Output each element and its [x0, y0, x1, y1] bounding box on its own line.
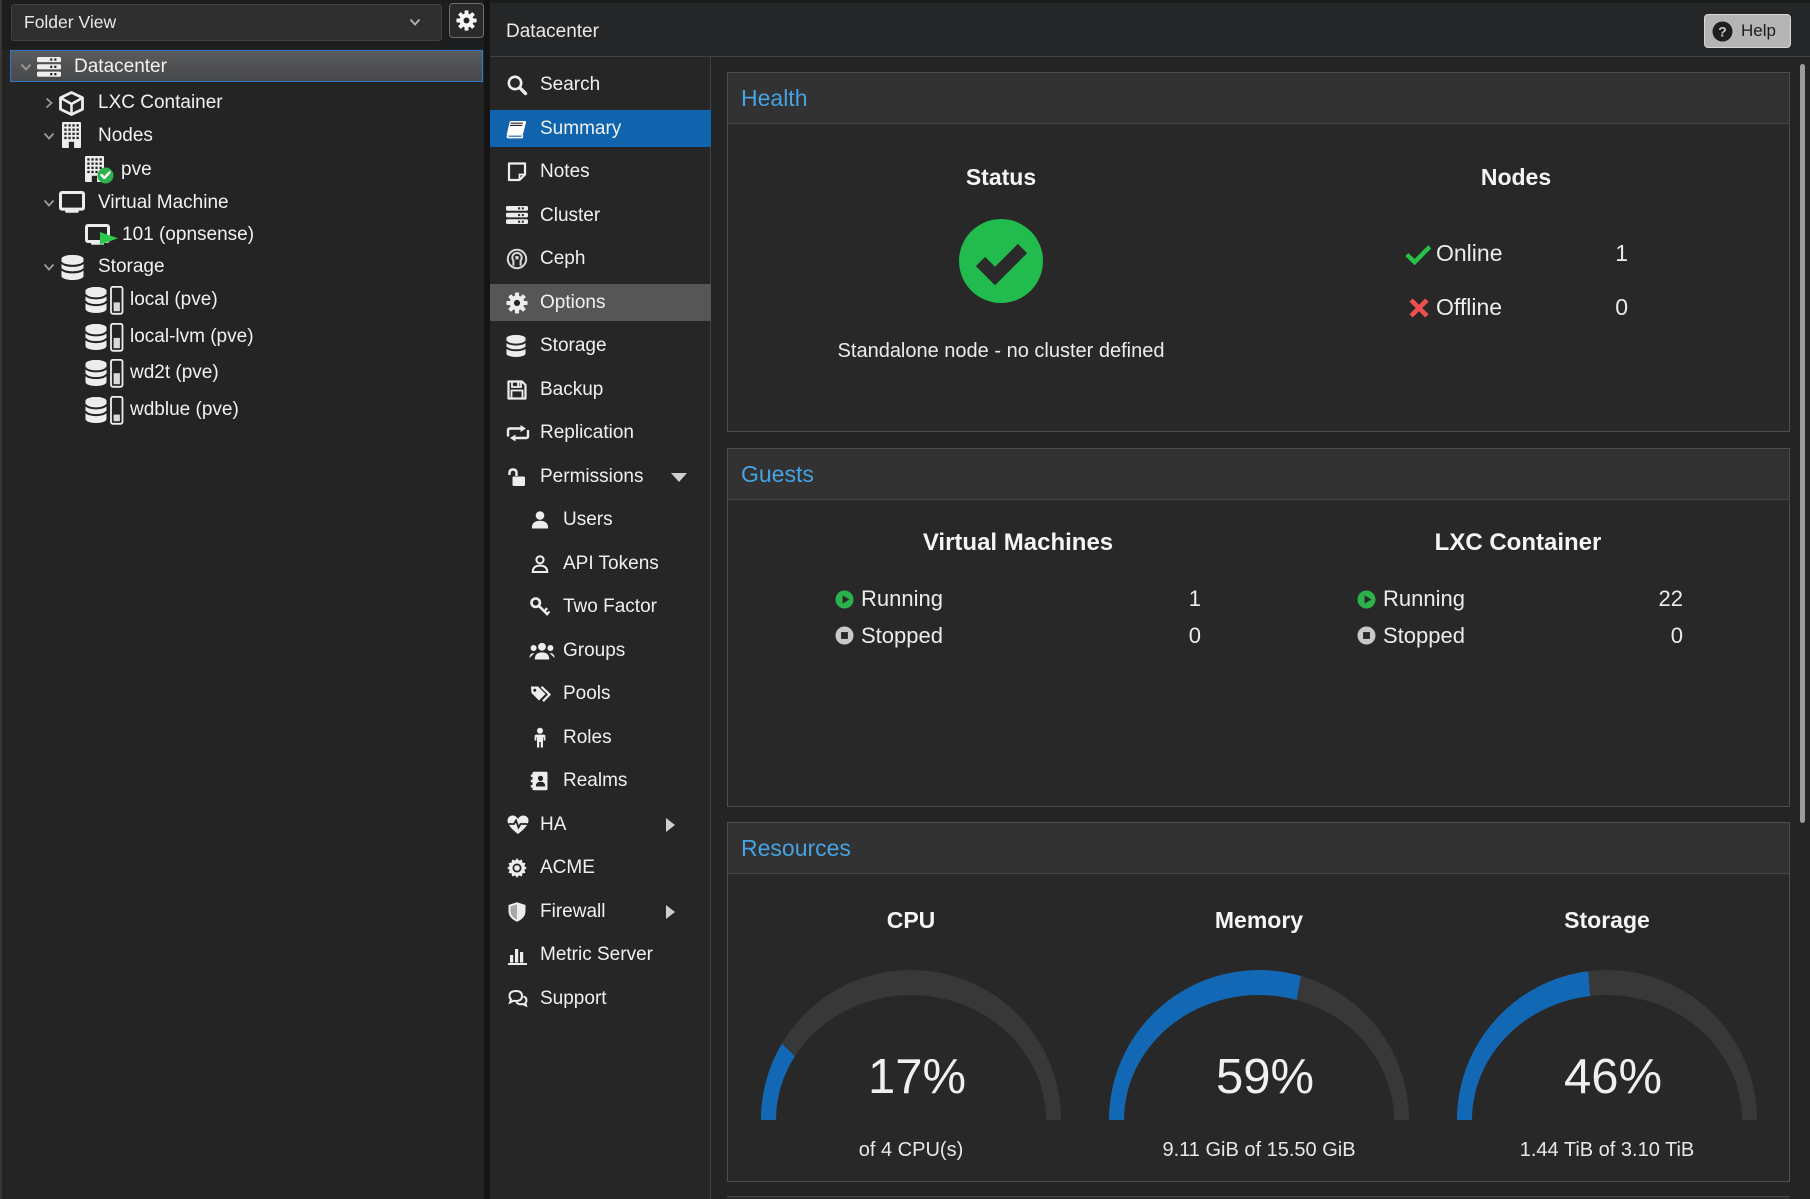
svg-text:?: ?	[1718, 23, 1727, 39]
